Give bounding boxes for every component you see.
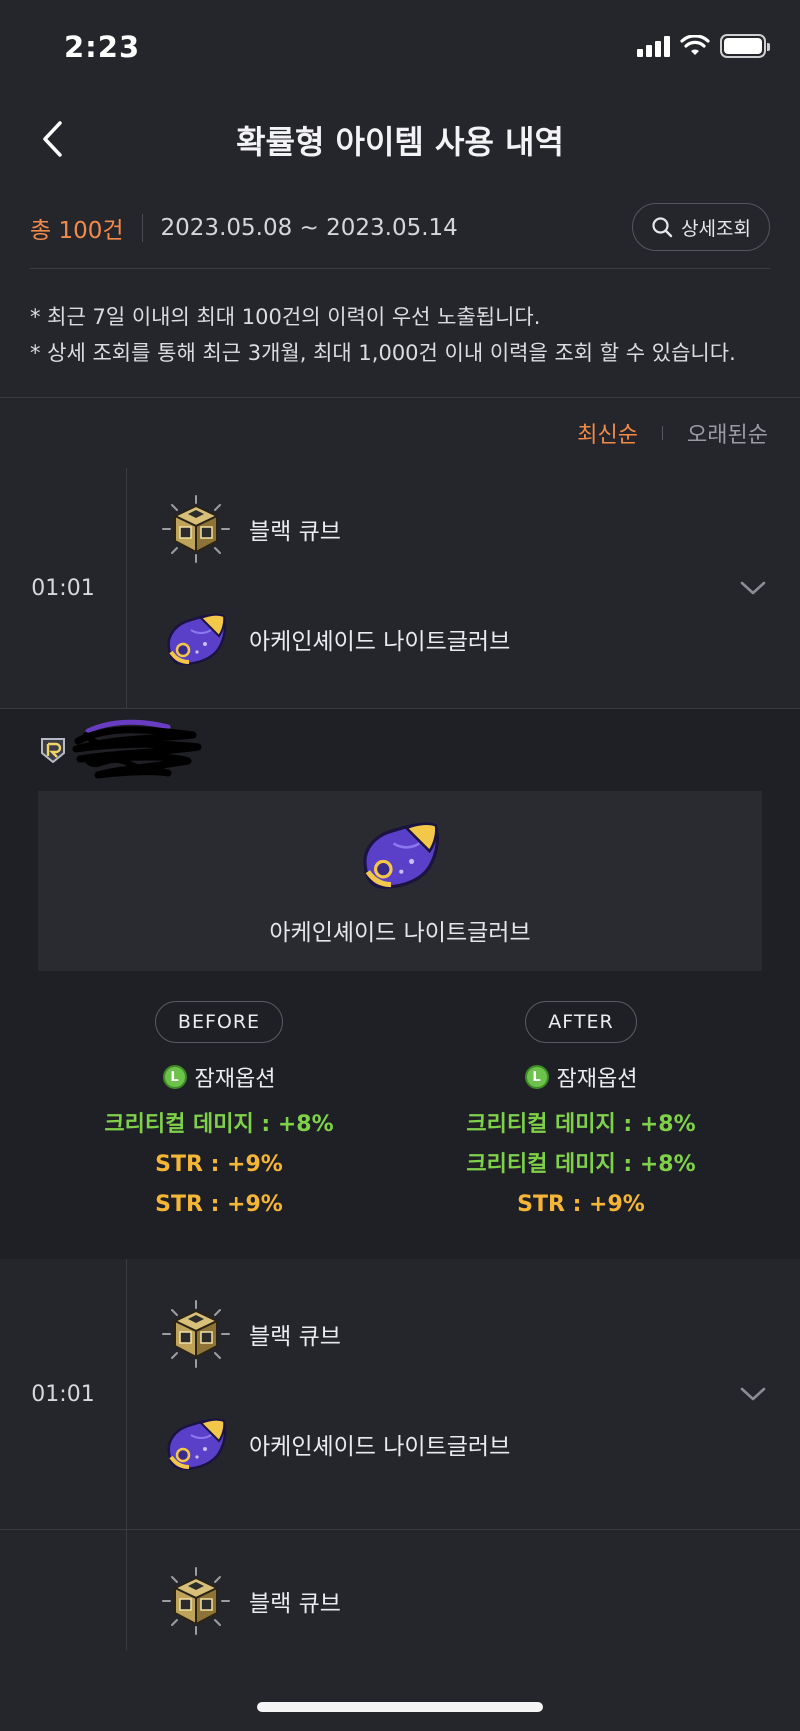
history-entry[interactable]: 01:01 블랙 큐브 아케인셰이드 나이트글러브 bbox=[0, 468, 800, 708]
item-name: 아케인셰이드 나이트글러브 bbox=[249, 629, 511, 655]
option-line: STR : +9% bbox=[155, 1152, 283, 1177]
cellular-signal-icon bbox=[637, 35, 670, 57]
entry-item: 아케인셰이드 나이트글러브 bbox=[161, 584, 800, 694]
after-option-lines: 크리티컬 데미지 : +8% 크리티컬 데미지 : +8% STR : +9% bbox=[466, 1105, 695, 1225]
item-name: 아케인셰이드 나이트글러브 bbox=[249, 1434, 511, 1460]
option-line: STR : +9% bbox=[155, 1192, 283, 1217]
sort-latest-button[interactable]: 최신순 bbox=[577, 417, 638, 449]
option-title-text: 잠재옵션 bbox=[194, 1067, 276, 1092]
option-line: STR : +9% bbox=[517, 1192, 645, 1217]
option-line: 크리티컬 데미지 : +8% bbox=[466, 1152, 696, 1177]
legendary-badge-icon: L bbox=[524, 1065, 549, 1089]
sort-oldest-button[interactable]: 오래된순 bbox=[687, 417, 768, 449]
notice-line-1: * 최근 7일 이내의 최대 100건의 이력이 우선 노출됩니다. bbox=[30, 305, 541, 329]
status-time: 2:23 bbox=[64, 30, 141, 64]
history-entry[interactable]: 01:01 블랙 큐브 아케인셰이드 나이트글러브 bbox=[0, 1259, 800, 1529]
date-range: 2023.05.08 ~ 2023.05.14 bbox=[160, 215, 458, 241]
option-title-text: 잠재옵션 bbox=[556, 1067, 638, 1092]
option-compare: BEFORE L 잠재옵션 크리티컬 데미지 : +8% STR : +9% S… bbox=[38, 1001, 762, 1225]
glove-icon bbox=[167, 1418, 227, 1471]
entry-item: 아케인셰이드 나이트글러브 bbox=[161, 1389, 800, 1499]
sort-row: 최신순 오래된순 bbox=[0, 398, 800, 468]
entry-cube: 블랙 큐브 bbox=[161, 1546, 800, 1656]
entry-time bbox=[0, 1530, 127, 1650]
search-icon bbox=[652, 217, 673, 238]
back-chevron-icon bbox=[43, 121, 62, 157]
black-cube-icon bbox=[162, 495, 230, 563]
notice-line-2: * 상세 조회를 통해 최근 3개월, 최대 1,000건 이내 이력을 조회 … bbox=[30, 341, 736, 365]
before-label: BEFORE bbox=[154, 1001, 284, 1043]
sort-divider bbox=[662, 426, 664, 440]
entry-body: 블랙 큐브 아케인셰이드 나이트글러브 bbox=[127, 1259, 800, 1529]
after-column: AFTER L 잠재옵션 크리티컬 데미지 : +8% 크리티컬 데미지 : +… bbox=[400, 1001, 762, 1225]
option-line: 크리티컬 데미지 : +8% bbox=[104, 1112, 334, 1137]
detail-item-name: 아케인셰이드 나이트글러브 bbox=[269, 920, 531, 946]
glove-icon bbox=[363, 822, 439, 889]
black-cube-icon bbox=[162, 1567, 230, 1635]
total-count: 총 100건 bbox=[30, 218, 124, 244]
battery-icon bbox=[720, 34, 770, 58]
after-option-title: L 잠재옵션 bbox=[524, 1061, 638, 1093]
before-option-title: L 잠재옵션 bbox=[162, 1061, 276, 1093]
entry-cube: 블랙 큐브 bbox=[161, 1279, 800, 1389]
status-bar: 2:23 bbox=[0, 0, 800, 96]
black-cube-icon bbox=[162, 1300, 230, 1368]
redacted-scribble bbox=[72, 719, 202, 779]
notice: * 최근 7일 이내의 최대 100건의 이력이 우선 노출됩니다. * 상세 … bbox=[0, 269, 800, 397]
page-title: 확률형 아이템 사용 내역 bbox=[236, 123, 564, 161]
home-indicator bbox=[257, 1702, 543, 1712]
entry-body: 블랙 큐브 bbox=[127, 1530, 800, 1650]
before-option-lines: 크리티컬 데미지 : +8% STR : +9% STR : +9% bbox=[104, 1105, 333, 1225]
detail-search-button[interactable]: 상세조회 bbox=[632, 203, 770, 251]
detail-panel: 아케인셰이드 나이트글러브 BEFORE L 잠재옵션 크리티컬 데미지 : +… bbox=[0, 709, 800, 1259]
option-line: 크리티컬 데미지 : +8% bbox=[466, 1112, 696, 1137]
history-entry[interactable]: 블랙 큐브 bbox=[0, 1530, 800, 1650]
item-card: 아케인셰이드 나이트글러브 bbox=[38, 791, 762, 971]
header: 확률형 아이템 사용 내역 bbox=[0, 96, 800, 188]
badge-row bbox=[38, 719, 762, 781]
entry-body: 블랙 큐브 아케인셰이드 나이트글러브 bbox=[127, 468, 800, 708]
chevron-down-icon[interactable] bbox=[740, 580, 766, 596]
legendary-badge-icon: L bbox=[162, 1065, 187, 1089]
detail-search-label: 상세조회 bbox=[681, 217, 751, 240]
summary-row: 총 100건 2023.05.08 ~ 2023.05.14 상세조회 bbox=[0, 188, 800, 268]
cube-name: 블랙 큐브 bbox=[249, 1591, 341, 1617]
status-icons bbox=[637, 34, 770, 58]
cube-name: 블랙 큐브 bbox=[249, 1324, 341, 1350]
before-column: BEFORE L 잠재옵션 크리티컬 데미지 : +8% STR : +9% S… bbox=[38, 1001, 400, 1225]
wifi-icon bbox=[680, 35, 710, 55]
summary-divider bbox=[141, 214, 143, 242]
entry-time: 01:01 bbox=[0, 468, 127, 708]
glove-icon bbox=[167, 613, 227, 666]
entry-cube: 블랙 큐브 bbox=[161, 474, 800, 584]
entry-time: 01:01 bbox=[0, 1259, 127, 1529]
after-label: AFTER bbox=[525, 1001, 637, 1043]
back-button[interactable] bbox=[30, 114, 74, 164]
chevron-down-icon[interactable] bbox=[740, 1386, 766, 1402]
cube-name: 블랙 큐브 bbox=[249, 519, 341, 545]
